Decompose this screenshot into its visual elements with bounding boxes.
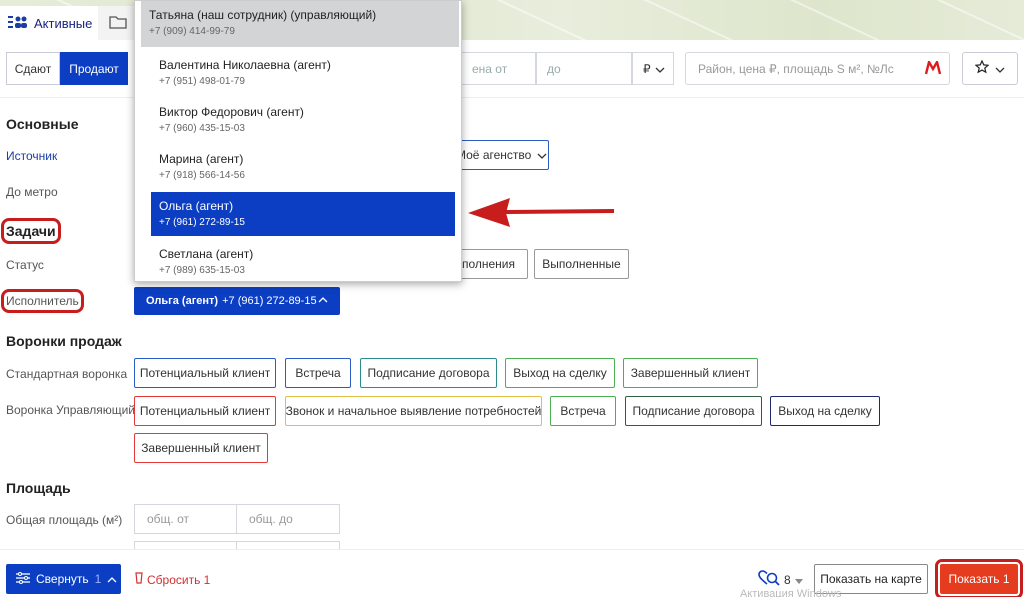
heart-search-icon — [758, 570, 780, 589]
windows-activation-watermark: Активация Windows — [740, 588, 842, 597]
option-name: Ольга (агент) — [159, 199, 234, 213]
section-tasks: Задачи — [1, 218, 61, 244]
option-name: Татьяна (наш сотрудник) (управляющий) — [149, 8, 377, 22]
tab-active-label: Активные — [34, 15, 93, 31]
mgr-chip-potential[interactable]: Потенциальный клиент — [134, 396, 276, 426]
rent-button[interactable]: Сдают — [6, 52, 60, 85]
status-chip-done[interactable]: Выполненные — [534, 249, 629, 279]
area-from-input[interactable]: общ. от — [134, 504, 237, 534]
section-main: Основные — [6, 116, 79, 132]
folder-icon — [109, 15, 127, 32]
bottom-bar: Свернуть 1 Сбросить 1 8 Показать на карт… — [0, 549, 1024, 597]
area-to-input[interactable]: общ. до — [236, 504, 340, 534]
reset-button[interactable]: Сбросить 1 — [134, 572, 210, 587]
std-chip-potential[interactable]: Потенциальный клиент — [134, 358, 276, 388]
chevron-up-icon — [318, 294, 328, 306]
std-chip-deal[interactable]: Выход на сделку — [505, 358, 615, 388]
dropdown-option[interactable]: Татьяна (наш сотрудник) (управляющий) +7… — [141, 1, 459, 47]
option-name: Светлана (агент) — [159, 247, 254, 261]
collapse-label: Свернуть — [36, 572, 89, 586]
dropdown-option[interactable]: Валентина Николаевна (агент) +7 (951) 49… — [151, 51, 469, 95]
option-phone: +7 (909) 414-99-79 — [149, 26, 235, 37]
dropdown-option[interactable]: Светлана (агент) +7 (989) 635-15-03 — [151, 240, 469, 284]
star-icon — [974, 59, 990, 77]
dropdown-option-selected[interactable]: Ольга (агент) +7 (961) 272-89-15 — [151, 192, 455, 236]
executor-phone: +7 (961) 272-89-15 — [222, 295, 317, 307]
price-from-input[interactable]: ена от — [462, 52, 536, 85]
executor-select[interactable]: Ольга (агент) +7 (961) 272-89-15 — [134, 287, 340, 315]
option-phone: +7 (960) 435-15-03 — [159, 123, 245, 134]
std-funnel-label: Стандартная воронка — [6, 367, 128, 381]
favorites-button[interactable] — [962, 52, 1018, 85]
option-phone: +7 (989) 635-15-03 — [159, 265, 245, 276]
executor-label: Исполнитель — [1, 289, 84, 313]
chevron-up-icon — [107, 572, 117, 586]
std-chip-completed[interactable]: Завершенный клиент — [623, 358, 758, 388]
currency-label: ₽ — [643, 61, 651, 76]
tab-active[interactable]: Активные — [0, 6, 98, 40]
sliders-icon — [16, 571, 30, 587]
currency-select[interactable]: ₽ — [632, 52, 674, 85]
option-name: Марина (агент) — [159, 152, 244, 166]
filter-list-icon — [8, 15, 30, 32]
option-phone: +7 (961) 272-89-15 — [159, 217, 245, 228]
sell-button[interactable]: Продают — [60, 52, 128, 85]
caret-down-icon — [794, 573, 803, 587]
chevron-down-icon — [537, 148, 547, 162]
mgr-chip-meeting[interactable]: Встреча — [550, 396, 616, 426]
tab-folders[interactable] — [98, 6, 138, 40]
saved-searches-button[interactable]: 8 — [758, 570, 803, 589]
mgr-funnel-label: Воронка Управляющий — [6, 403, 135, 417]
reset-label: Сбросить 1 — [147, 572, 211, 587]
collapse-button[interactable]: Свернуть 1 — [6, 564, 121, 594]
chevron-down-icon — [655, 62, 665, 76]
fav-count: 8 — [784, 572, 791, 587]
mgr-chip-deal[interactable]: Выход на сделку — [770, 396, 880, 426]
section-area: Площадь — [6, 480, 71, 496]
dropdown-option[interactable]: Марина (агент) +7 (918) 566-14-56 — [151, 145, 469, 189]
chevron-down-icon — [995, 62, 1005, 76]
collapse-count: 1 — [94, 572, 102, 586]
annotation-arrow — [468, 198, 615, 227]
option-phone: +7 (951) 498-01-79 — [159, 76, 245, 87]
executor-dropdown: Татьяна (наш сотрудник) (управляющий) +7… — [134, 0, 462, 282]
status-label: Статус — [6, 258, 44, 272]
search-placeholder: Район, цена ₽, площадь S м², №Лс — [698, 61, 894, 76]
option-name: Валентина Николаевна (агент) — [159, 58, 331, 72]
option-name: Виктор Федорович (агент) — [159, 105, 304, 119]
executor-name: Ольга (агент) — [146, 295, 219, 307]
show-results-button[interactable]: Показать 1 — [935, 559, 1023, 597]
metro-icon[interactable] — [924, 58, 942, 77]
eraser-icon — [134, 572, 144, 587]
dropdown-option[interactable]: Виктор Федорович (агент) +7 (960) 435-15… — [151, 98, 469, 142]
mgr-chip-completed[interactable]: Завершенный клиент — [134, 433, 268, 463]
option-phone: +7 (918) 566-14-56 — [159, 170, 245, 181]
search-input[interactable]: Район, цена ₽, площадь S м², №Лс — [685, 52, 950, 85]
std-chip-contract[interactable]: Подписание договора — [360, 358, 497, 388]
total-area-label: Общая площадь (м²) — [6, 513, 123, 527]
source-label[interactable]: Источник — [6, 149, 57, 163]
std-chip-meeting[interactable]: Встреча — [285, 358, 351, 388]
section-funnels: Воронки продаж — [6, 333, 122, 349]
metro-distance-label: До метро — [6, 185, 58, 199]
mgr-chip-call[interactable]: Звонок и начальное выявление потребносте… — [285, 396, 542, 426]
price-to-input[interactable]: до — [536, 52, 632, 85]
mgr-chip-contract[interactable]: Подписание договора — [625, 396, 762, 426]
